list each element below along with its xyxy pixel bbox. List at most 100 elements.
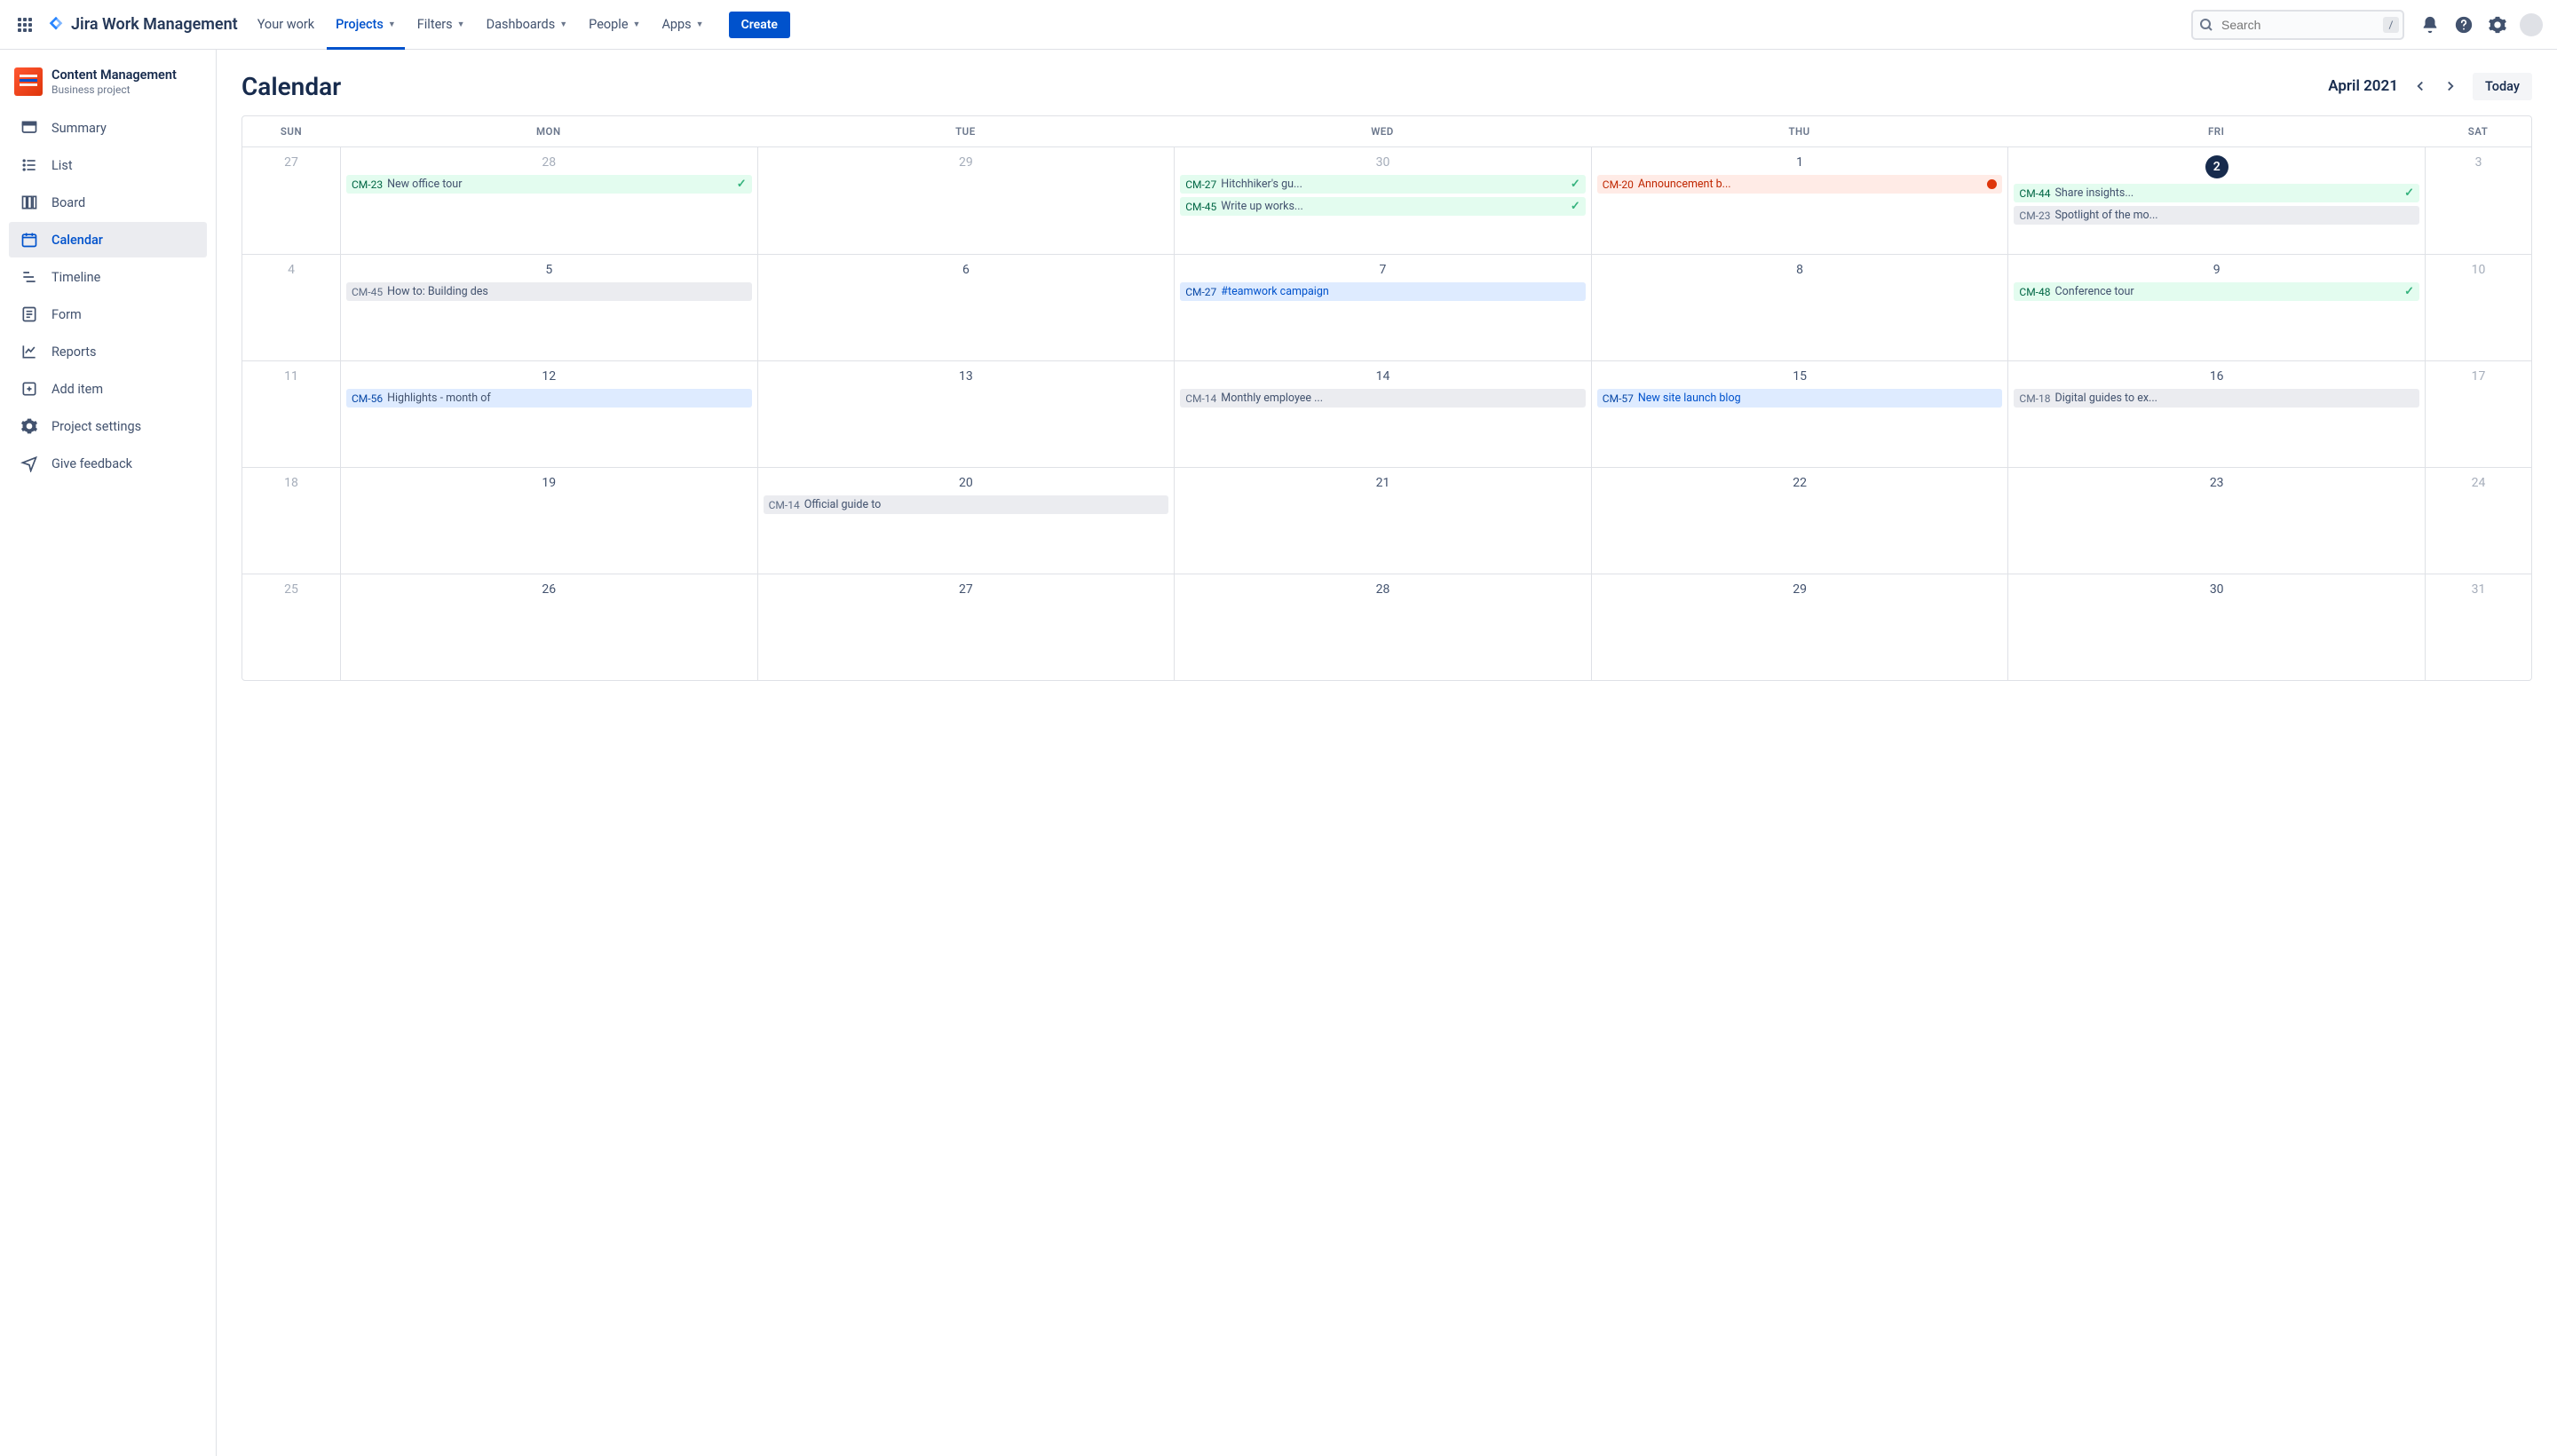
calendar-day[interactable]: 29 [1591, 574, 2008, 680]
day-number: 16 [2014, 367, 2419, 389]
nav-apps[interactable]: Apps▼ [653, 12, 712, 37]
day-number: 6 [764, 260, 1169, 282]
sidebar-item-board[interactable]: Board [9, 185, 207, 220]
next-month-button[interactable] [2435, 71, 2466, 101]
search-box[interactable]: / [2191, 10, 2404, 40]
sidebar-item-form[interactable]: Form [9, 297, 207, 332]
event-key: CM-45 [1185, 201, 1216, 213]
sidebar: Content Management Business project Summ… [0, 50, 217, 1456]
sidebar-item-give-feedback[interactable]: Give feedback [9, 446, 207, 481]
calendar-day[interactable]: 25 [242, 574, 340, 680]
calendar-day[interactable]: 3 [2425, 147, 2531, 254]
search-input[interactable] [2191, 10, 2404, 40]
sidebar-item-label: Project settings [51, 419, 141, 434]
calendar-day[interactable]: 16CM-18Digital guides to ex... [2007, 360, 2425, 467]
calendar-event[interactable]: CM-18Digital guides to ex... [2014, 389, 2419, 408]
calendar-day[interactable]: 26 [340, 574, 757, 680]
calendar-day[interactable]: 14CM-14Monthly employee ... [1174, 360, 1591, 467]
calendar-event[interactable]: CM-23Spotlight of the mo... [2014, 206, 2419, 225]
calendar-day[interactable]: 1CM-20Announcement b... [1591, 147, 2008, 254]
calendar-event[interactable]: CM-27Hitchhiker's gu...✓ [1180, 175, 1586, 194]
calendar-day[interactable]: 9CM-48Conference tour✓ [2007, 254, 2425, 360]
nav-dashboards[interactable]: Dashboards▼ [478, 12, 577, 37]
calendar-day[interactable]: 6 [757, 254, 1175, 360]
calendar-day[interactable]: 30 [2007, 574, 2425, 680]
nav-your-work[interactable]: Your work [249, 12, 323, 37]
project-avatar [14, 67, 43, 96]
calendar-day[interactable]: 23 [2007, 467, 2425, 574]
board-icon [20, 193, 39, 212]
calendar-day[interactable]: 8 [1591, 254, 2008, 360]
calendar-day[interactable]: 10 [2425, 254, 2531, 360]
calendar-day[interactable]: 20CM-14Official guide to [757, 467, 1175, 574]
feedback-icon [20, 454, 39, 473]
event-title: Highlights - month of [387, 392, 747, 405]
help-icon[interactable] [2449, 10, 2479, 40]
calendar-day[interactable]: 27 [242, 147, 340, 254]
sidebar-item-project-settings[interactable]: Project settings [9, 408, 207, 444]
chevron-down-icon: ▼ [457, 20, 465, 29]
sidebar-item-label: List [51, 158, 73, 173]
app-name: Jira Work Management [71, 15, 238, 34]
prev-month-button[interactable] [2405, 71, 2435, 101]
settings-icon[interactable] [2482, 10, 2513, 40]
sidebar-item-label: Give feedback [51, 456, 132, 471]
calendar-day[interactable]: 18 [242, 467, 340, 574]
calendar-day[interactable]: 30CM-27Hitchhiker's gu...✓CM-45Write up … [1174, 147, 1591, 254]
calendar-day[interactable]: 12CM-56Highlights - month of [340, 360, 757, 467]
calendar-day[interactable]: 17 [2425, 360, 2531, 467]
calendar-day[interactable]: 15CM-57New site launch blog [1591, 360, 2008, 467]
calendar-day[interactable]: 28 [1174, 574, 1591, 680]
calendar-event[interactable]: CM-45Write up works...✓ [1180, 197, 1586, 216]
day-header: FRI [2007, 116, 2425, 147]
calendar-event[interactable]: CM-14Official guide to [764, 495, 1169, 514]
profile-avatar[interactable] [2516, 10, 2546, 40]
app-switcher-icon[interactable] [11, 11, 39, 39]
today-button[interactable]: Today [2473, 73, 2532, 100]
jira-logo[interactable]: Jira Work Management [46, 15, 238, 35]
sidebar-item-summary[interactable]: Summary [9, 110, 207, 146]
create-button[interactable]: Create [729, 12, 790, 38]
calendar-event[interactable]: CM-57New site launch blog [1597, 389, 2003, 408]
sidebar-item-list[interactable]: List [9, 147, 207, 183]
event-title: Official guide to [804, 498, 1164, 511]
nav-filters[interactable]: Filters▼ [408, 12, 474, 37]
nav-people[interactable]: People▼ [580, 12, 649, 37]
calendar-grid: SUNMONTUEWEDTHUFRISAT 2728CM-23New offic… [241, 115, 2532, 681]
day-number: 8 [1597, 260, 2003, 282]
calendar-day[interactable]: 5CM-45How to: Building des [340, 254, 757, 360]
calendar-event[interactable]: CM-48Conference tour✓ [2014, 282, 2419, 301]
nav-projects[interactable]: Projects▼ [327, 12, 405, 37]
calendar-day[interactable]: 24 [2425, 467, 2531, 574]
calendar-day[interactable]: 27 [757, 574, 1175, 680]
sidebar-item-reports[interactable]: Reports [9, 334, 207, 369]
day-number: 12 [346, 367, 752, 389]
calendar-day[interactable]: 28CM-23New office tour✓ [340, 147, 757, 254]
calendar-event[interactable]: CM-20Announcement b... [1597, 175, 2003, 194]
calendar-event[interactable]: CM-23New office tour✓ [346, 175, 752, 194]
month-label: April 2021 [2328, 77, 2398, 95]
sidebar-item-calendar[interactable]: Calendar [9, 222, 207, 257]
calendar-day[interactable]: 22 [1591, 467, 2008, 574]
calendar-day[interactable]: 19 [340, 467, 757, 574]
sidebar-item-timeline[interactable]: Timeline [9, 259, 207, 295]
event-key: CM-20 [1603, 178, 1634, 191]
calendar-day[interactable]: 29 [757, 147, 1175, 254]
calendar-event[interactable]: CM-27#teamwork campaign [1180, 282, 1586, 301]
sidebar-item-add-item[interactable]: Add item [9, 371, 207, 407]
jira-mark-icon [46, 15, 66, 35]
day-header: SUN [242, 116, 340, 147]
calendar-event[interactable]: CM-14Monthly employee ... [1180, 389, 1586, 408]
calendar-day[interactable]: 7CM-27#teamwork campaign [1174, 254, 1591, 360]
calendar-event[interactable]: CM-44Share insights...✓ [2014, 184, 2419, 202]
notifications-icon[interactable] [2415, 10, 2445, 40]
calendar-day[interactable]: 11 [242, 360, 340, 467]
day-number: 19 [346, 473, 752, 495]
calendar-day[interactable]: 13 [757, 360, 1175, 467]
calendar-event[interactable]: CM-56Highlights - month of [346, 389, 752, 408]
calendar-day[interactable]: 21 [1174, 467, 1591, 574]
calendar-day[interactable]: 2CM-44Share insights...✓CM-23Spotlight o… [2007, 147, 2425, 254]
calendar-day[interactable]: 31 [2425, 574, 2531, 680]
calendar-event[interactable]: CM-45How to: Building des [346, 282, 752, 301]
calendar-day[interactable]: 4 [242, 254, 340, 360]
